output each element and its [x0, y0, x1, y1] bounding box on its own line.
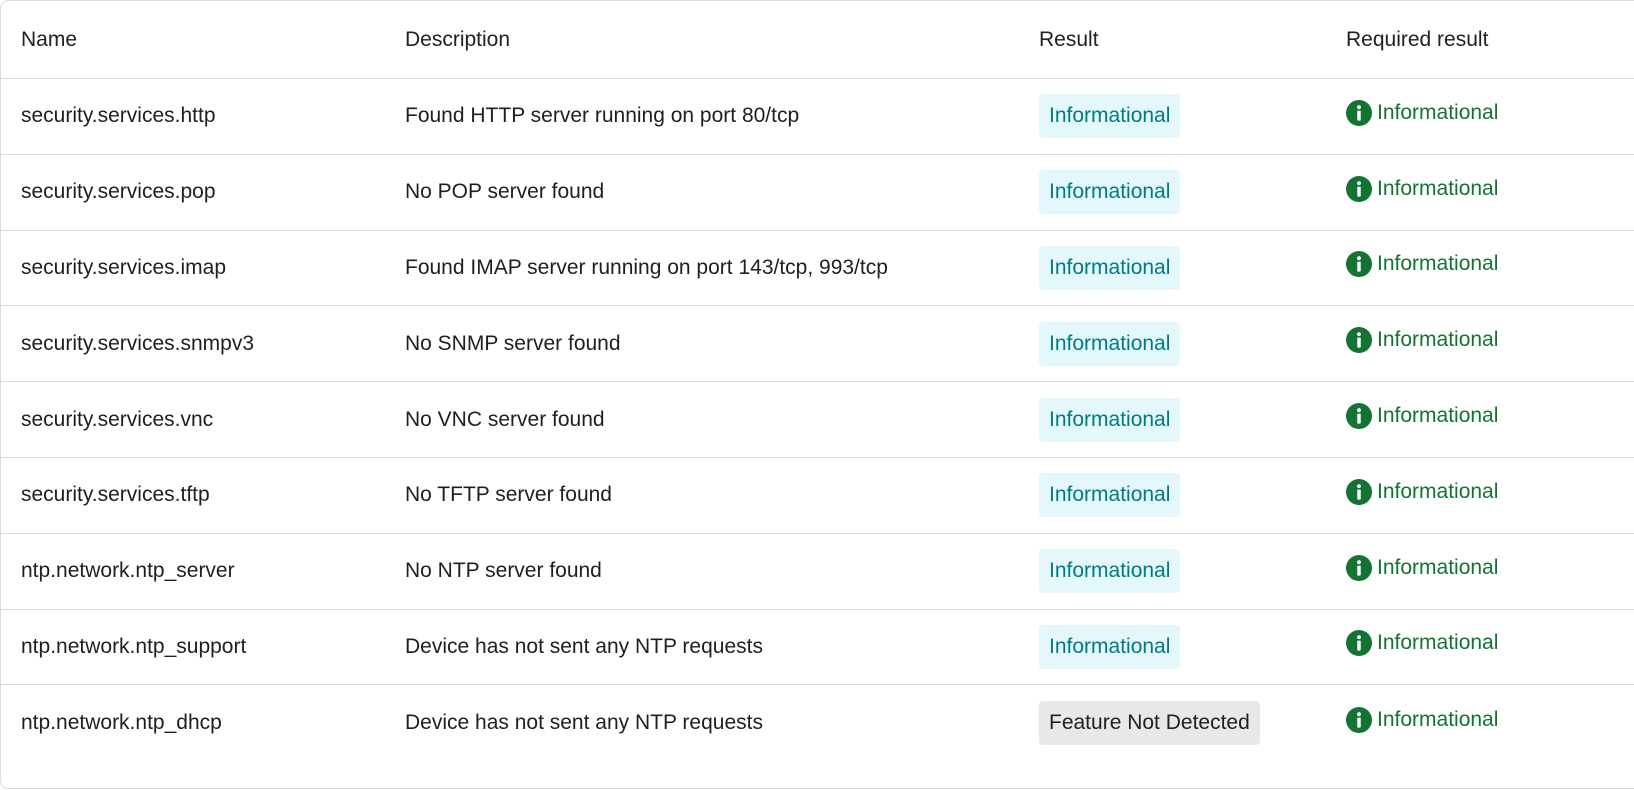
row-name: ntp.network.ntp_dhcp: [21, 711, 222, 735]
row-required-result: Informational: [1346, 403, 1498, 436]
row-required-result: Informational: [1346, 251, 1498, 284]
result-chip: Informational: [1039, 397, 1181, 442]
result-chip: Informational: [1039, 473, 1181, 518]
required-result-label: Informational: [1377, 252, 1499, 276]
row-name: security.services.tftp: [21, 483, 210, 507]
info-circle-icon: [1346, 403, 1372, 430]
row-required-result: Informational: [1346, 478, 1499, 512]
info-circle-icon: [1346, 99, 1372, 126]
required-result-label: Informational: [1377, 707, 1499, 731]
result-chip: Informational: [1039, 549, 1181, 594]
info-circle-icon: [1346, 630, 1372, 657]
row-name: security.services.imap: [21, 255, 226, 279]
row-description: Device has not sent any NTP requests: [405, 634, 763, 658]
column-header-required-result[interactable]: Required result: [1346, 27, 1488, 53]
row-result: Informational: [1039, 94, 1181, 139]
table-row: security.services.pop No POP server foun…: [1, 155, 1634, 231]
table-row: security.services.http Found HTTP server…: [1, 79, 1634, 155]
row-result: Informational: [1039, 624, 1181, 669]
required-result-label: Informational: [1377, 328, 1499, 352]
column-header-result[interactable]: Result: [1039, 27, 1099, 53]
result-chip: Informational: [1039, 321, 1181, 366]
result-chip: Informational: [1039, 245, 1181, 290]
table-row: ntp.network.ntp_server No NTP server fou…: [1, 534, 1634, 610]
table-header: Name Description Result Required result: [1, 1, 1634, 79]
result-chip: Informational: [1039, 624, 1181, 669]
table-row: ntp.network.ntp_support Device has not s…: [1, 610, 1634, 686]
row-required-result: Informational: [1346, 554, 1499, 588]
info-circle-icon: [1346, 706, 1372, 733]
row-result: Informational: [1039, 397, 1181, 442]
table-row: security.services.imap Found IMAP server…: [1, 231, 1634, 307]
row-result: Informational: [1039, 321, 1181, 366]
row-required-result: Informational: [1346, 99, 1499, 133]
result-chip: Informational: [1039, 170, 1181, 215]
table-row: ntp.network.ntp_dhcp Device has not sent…: [1, 685, 1634, 761]
row-result: Feature Not Detected: [1039, 701, 1260, 746]
info-circle-icon: [1346, 554, 1372, 581]
info-circle-icon: [1346, 327, 1372, 354]
row-required-result: Informational: [1346, 327, 1498, 360]
row-description: No POP server found: [405, 180, 605, 204]
row-result: Informational: [1039, 549, 1181, 594]
info-circle-icon: [1346, 478, 1372, 505]
row-result: Informational: [1039, 245, 1181, 290]
row-description: Found IMAP server running on port 143/tc…: [405, 255, 888, 279]
row-description: Device has not sent any NTP requests: [405, 711, 763, 735]
required-result-label: Informational: [1377, 479, 1499, 503]
row-name: security.services.vnc: [21, 407, 214, 431]
required-result-label: Informational: [1377, 631, 1499, 655]
row-description: No NTP server found: [405, 559, 602, 583]
row-required-result: Informational: [1346, 175, 1499, 209]
row-required-result: Informational: [1346, 630, 1498, 663]
result-chip: Informational: [1039, 94, 1181, 139]
table-row: security.services.vnc No VNC server foun…: [1, 382, 1634, 458]
required-result-label: Informational: [1377, 404, 1499, 428]
row-description: No VNC server found: [405, 407, 605, 431]
required-result-label: Informational: [1377, 100, 1499, 124]
row-description: No TFTP server found: [405, 483, 612, 507]
results-table: Name Description Result Required result …: [0, 0, 1634, 789]
info-circle-icon: [1346, 251, 1372, 278]
row-name: security.services.http: [21, 104, 216, 128]
row-name: security.services.pop: [21, 180, 216, 204]
column-header-name[interactable]: Name: [21, 27, 77, 53]
row-result: Informational: [1039, 170, 1181, 215]
row-name: security.services.snmpv3: [21, 331, 255, 355]
row-result: Informational: [1039, 473, 1181, 518]
row-name: ntp.network.ntp_support: [21, 634, 247, 658]
column-header-description[interactable]: Description: [405, 27, 510, 53]
table-row: security.services.tftp No TFTP server fo…: [1, 458, 1634, 534]
table-row: security.services.snmpv3 No SNMP server …: [1, 306, 1634, 383]
info-circle-icon: [1346, 175, 1372, 202]
required-result-label: Informational: [1377, 555, 1499, 579]
required-result-label: Informational: [1377, 176, 1499, 200]
result-chip: Feature Not Detected: [1039, 701, 1260, 746]
row-description: No SNMP server found: [405, 331, 621, 355]
row-description: Found HTTP server running on port 80/tcp: [405, 104, 800, 128]
row-required-result: Informational: [1346, 706, 1499, 740]
row-name: ntp.network.ntp_server: [21, 559, 235, 583]
